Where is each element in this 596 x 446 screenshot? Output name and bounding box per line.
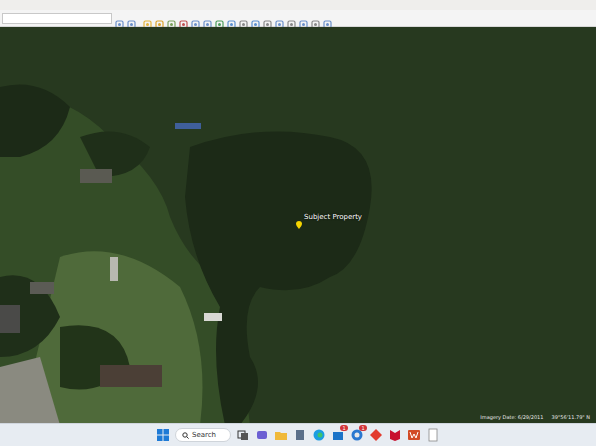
- search-icon: [182, 432, 189, 439]
- search-label[interactable]: Search: [192, 431, 216, 439]
- tool-icon[interactable]: [191, 14, 200, 23]
- tool-icon[interactable]: [115, 14, 124, 23]
- tool-icon[interactable]: [167, 14, 176, 23]
- tool-icon[interactable]: [179, 14, 188, 23]
- calc-icon[interactable]: [293, 428, 307, 442]
- earth-icon[interactable]: 1: [350, 428, 364, 442]
- start-icon[interactable]: [156, 428, 170, 442]
- tool-icon[interactable]: [311, 14, 320, 23]
- placemark-label[interactable]: Subject Property: [304, 213, 362, 222]
- notification-badge: 1: [359, 425, 367, 431]
- tool-icon[interactable]: [275, 14, 284, 23]
- edge-icon[interactable]: [312, 428, 326, 442]
- map-view[interactable]: Subject Property Imagery Date: 6/29/2011 3…: [0, 27, 596, 423]
- notepad-icon[interactable]: [426, 428, 440, 442]
- imagery-info: Imagery Date: 6/29/2011 39°56'11.79" N: [480, 414, 590, 421]
- chat-icon[interactable]: [255, 428, 269, 442]
- store-icon[interactable]: 1: [331, 428, 345, 442]
- diamond-icon[interactable]: [369, 428, 383, 442]
- word-icon[interactable]: [407, 428, 421, 442]
- title-strip: [0, 0, 596, 10]
- tool-icon[interactable]: [155, 14, 164, 23]
- taskbar-search[interactable]: Search: [175, 428, 231, 442]
- pin-icon[interactable]: [296, 214, 302, 222]
- coordinates: 39°56'11.79" N: [551, 414, 590, 421]
- tool-icon[interactable]: [215, 14, 224, 23]
- files-icon[interactable]: [274, 428, 288, 442]
- tool-icon[interactable]: [263, 14, 272, 23]
- taskbar: Search 1 1: [0, 423, 596, 446]
- mcafee-icon[interactable]: [388, 428, 402, 442]
- tool-icon[interactable]: [287, 14, 296, 23]
- tool-icon[interactable]: [239, 14, 248, 23]
- search-field[interactable]: [2, 13, 112, 24]
- tool-icon[interactable]: [299, 14, 308, 23]
- tool-icon[interactable]: [203, 14, 212, 23]
- tool-icon[interactable]: [323, 14, 332, 23]
- tool-icon[interactable]: [143, 14, 152, 23]
- notification-badge: 1: [340, 425, 348, 431]
- toolbar: [0, 10, 596, 27]
- tool-icon[interactable]: [227, 14, 236, 23]
- imagery-date: Imagery Date: 6/29/2011: [480, 414, 543, 421]
- taskview-icon[interactable]: [236, 428, 250, 442]
- tool-icon[interactable]: [127, 14, 136, 23]
- placemark[interactable]: Subject Property: [296, 213, 362, 222]
- tool-icon[interactable]: [251, 14, 260, 23]
